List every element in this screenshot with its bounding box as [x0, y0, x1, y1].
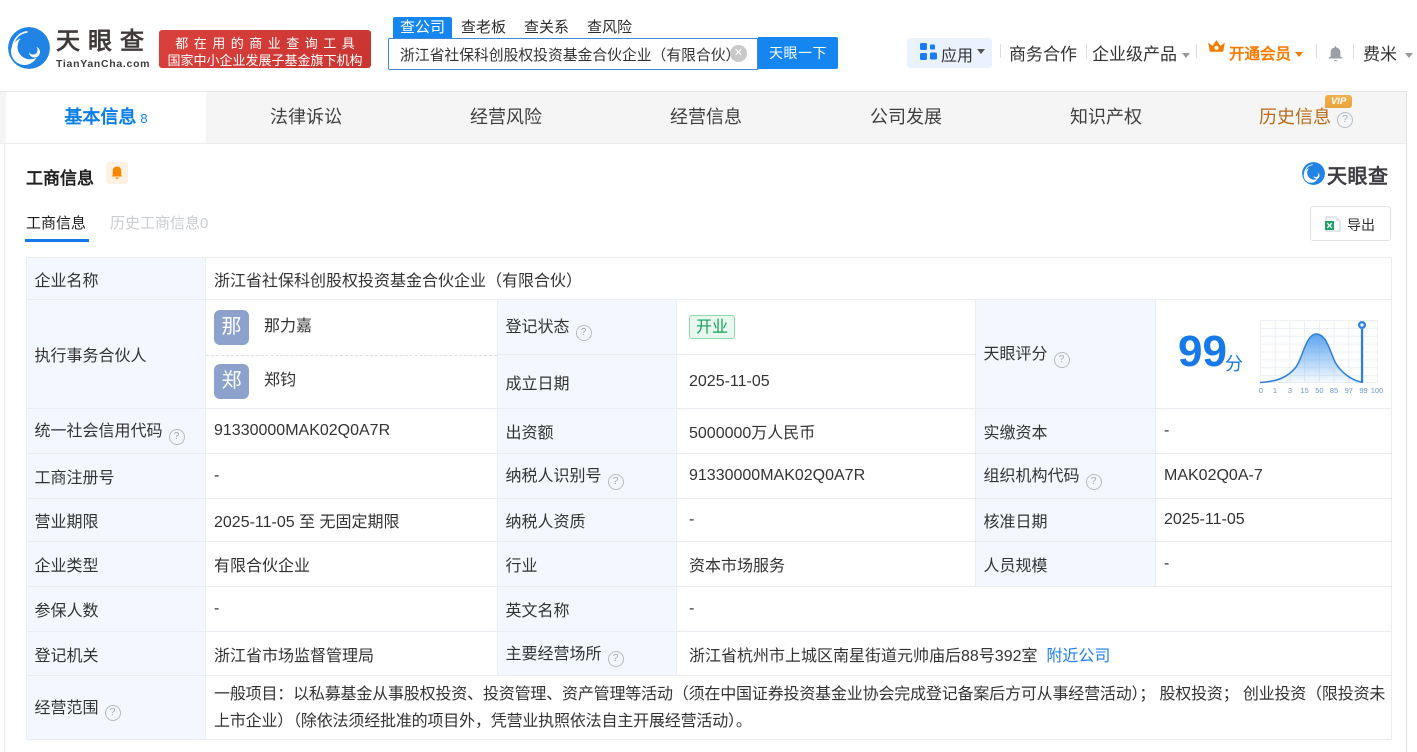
- svg-text:3: 3: [1288, 386, 1292, 395]
- svg-text:50: 50: [1315, 386, 1323, 395]
- svg-text:85: 85: [1330, 386, 1338, 395]
- svg-text:100: 100: [1371, 386, 1384, 395]
- svg-text:15: 15: [1300, 386, 1308, 395]
- svg-text:0: 0: [1259, 386, 1263, 395]
- svg-text:97: 97: [1345, 386, 1353, 395]
- svg-text:1: 1: [1273, 386, 1277, 395]
- svg-text:99: 99: [1359, 386, 1367, 395]
